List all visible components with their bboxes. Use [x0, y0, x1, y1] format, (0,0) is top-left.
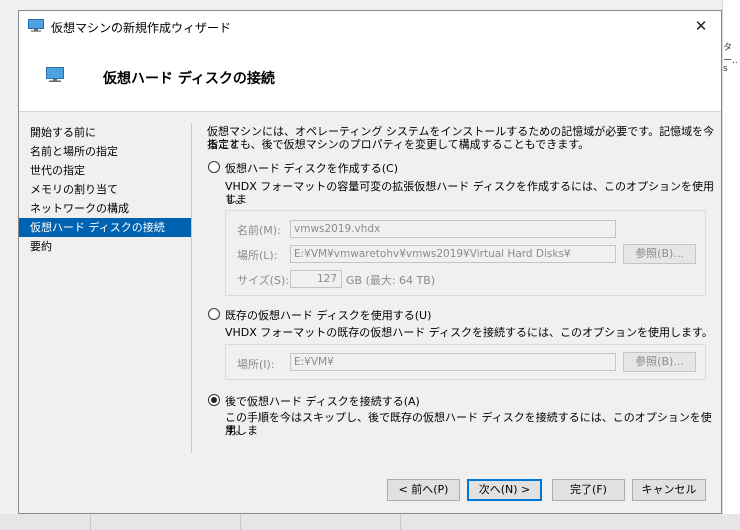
- cancel-button[interactable]: キャンセル: [632, 479, 706, 501]
- name-label: 名前(M):: [237, 224, 281, 237]
- nav-item-summary[interactable]: 要約: [19, 237, 191, 256]
- next-button[interactable]: 次へ(N) >: [467, 479, 542, 501]
- name-input[interactable]: vmws2019.vhdx: [290, 220, 616, 238]
- page-header: 仮想ハード ディスクの接続: [19, 41, 721, 112]
- existing-disk-radio[interactable]: [208, 308, 220, 320]
- attach-later-radio[interactable]: [208, 394, 220, 406]
- previous-button[interactable]: < 前へ(P): [387, 479, 460, 501]
- size-unit-label: GB (最大: 64 TB): [346, 274, 436, 287]
- size-label: サイズ(S):: [237, 274, 289, 287]
- create-disk-desc-line2: す。: [225, 193, 246, 206]
- background-window: ター.. s: [722, 0, 740, 530]
- attach-later-label[interactable]: 後で仮想ハード ディスクを接続する(A): [225, 393, 420, 409]
- create-disk-desc-line1: VHDX フォーマットの容量可変の拡張仮想ハード ディスクを作成するには、このオ…: [225, 180, 715, 206]
- create-disk-radio[interactable]: [208, 161, 220, 173]
- existing-location-input[interactable]: E:¥VM¥: [290, 353, 616, 371]
- background-taskbar: [0, 514, 740, 530]
- create-disk-group: 名前(M): vmws2019.vhdx 場所(L): E:¥VM¥vmware…: [225, 210, 706, 296]
- nav-item-memory[interactable]: メモリの割り当て: [19, 180, 191, 199]
- existing-location-label: 場所(I):: [237, 358, 275, 371]
- location-input[interactable]: E:¥VM¥vmwaretohv¥vmws2019¥Virtual Hard D…: [290, 245, 616, 263]
- attach-later-desc-line1: この手順を今はスキップし、後で既存の仮想ハード ディスクを接続するには、このオプ…: [225, 411, 712, 437]
- page-title: 仮想ハード ディスクの接続: [103, 71, 275, 87]
- title-bar[interactable]: 仮想マシンの新規作成ウィザード ✕: [19, 11, 721, 41]
- background-text: ター..: [723, 43, 738, 66]
- existing-browse-button[interactable]: 参照(B)...: [623, 352, 696, 372]
- window-title: 仮想マシンの新規作成ウィザード: [51, 21, 232, 35]
- close-icon[interactable]: ✕: [681, 11, 721, 41]
- size-input[interactable]: 127: [290, 270, 342, 288]
- background-text: s: [723, 64, 728, 74]
- nav-item-name-location[interactable]: 名前と場所の指定: [19, 142, 191, 161]
- nav-item-connect-disk[interactable]: 仮想ハード ディスクの接続: [19, 218, 191, 237]
- divider: [191, 123, 192, 453]
- finish-button[interactable]: 完了(F): [552, 479, 625, 501]
- wizard-dialog: 仮想マシンの新規作成ウィザード ✕ 仮想ハード ディスクの接続 開始する前に 名…: [18, 10, 722, 514]
- existing-disk-desc: VHDX フォーマットの既存の仮想ハード ディスクを接続するには、このオプション…: [225, 326, 713, 339]
- intro-text-line2: ることも、後で仮想マシンのプロパティを変更して構成することもできます。: [207, 138, 590, 151]
- location-label: 場所(L):: [237, 249, 278, 262]
- create-disk-label[interactable]: 仮想ハード ディスクを作成する(C): [225, 160, 398, 176]
- nav-item-generation[interactable]: 世代の指定: [19, 161, 191, 180]
- nav-item-before-you-begin[interactable]: 開始する前に: [19, 123, 191, 142]
- existing-disk-group: 場所(I): E:¥VM¥ 参照(B)...: [225, 344, 706, 380]
- wizard-steps: 開始する前に 名前と場所の指定 世代の指定 メモリの割り当て ネットワークの構成…: [19, 123, 191, 256]
- monitor-icon: [28, 19, 44, 32]
- attach-later-desc-line2: す。: [225, 424, 246, 437]
- browse-button[interactable]: 参照(B)...: [623, 244, 696, 264]
- existing-disk-label[interactable]: 既存の仮想ハード ディスクを使用する(U): [225, 307, 431, 323]
- nav-item-network[interactable]: ネットワークの構成: [19, 199, 191, 218]
- monitor-icon: [46, 67, 64, 82]
